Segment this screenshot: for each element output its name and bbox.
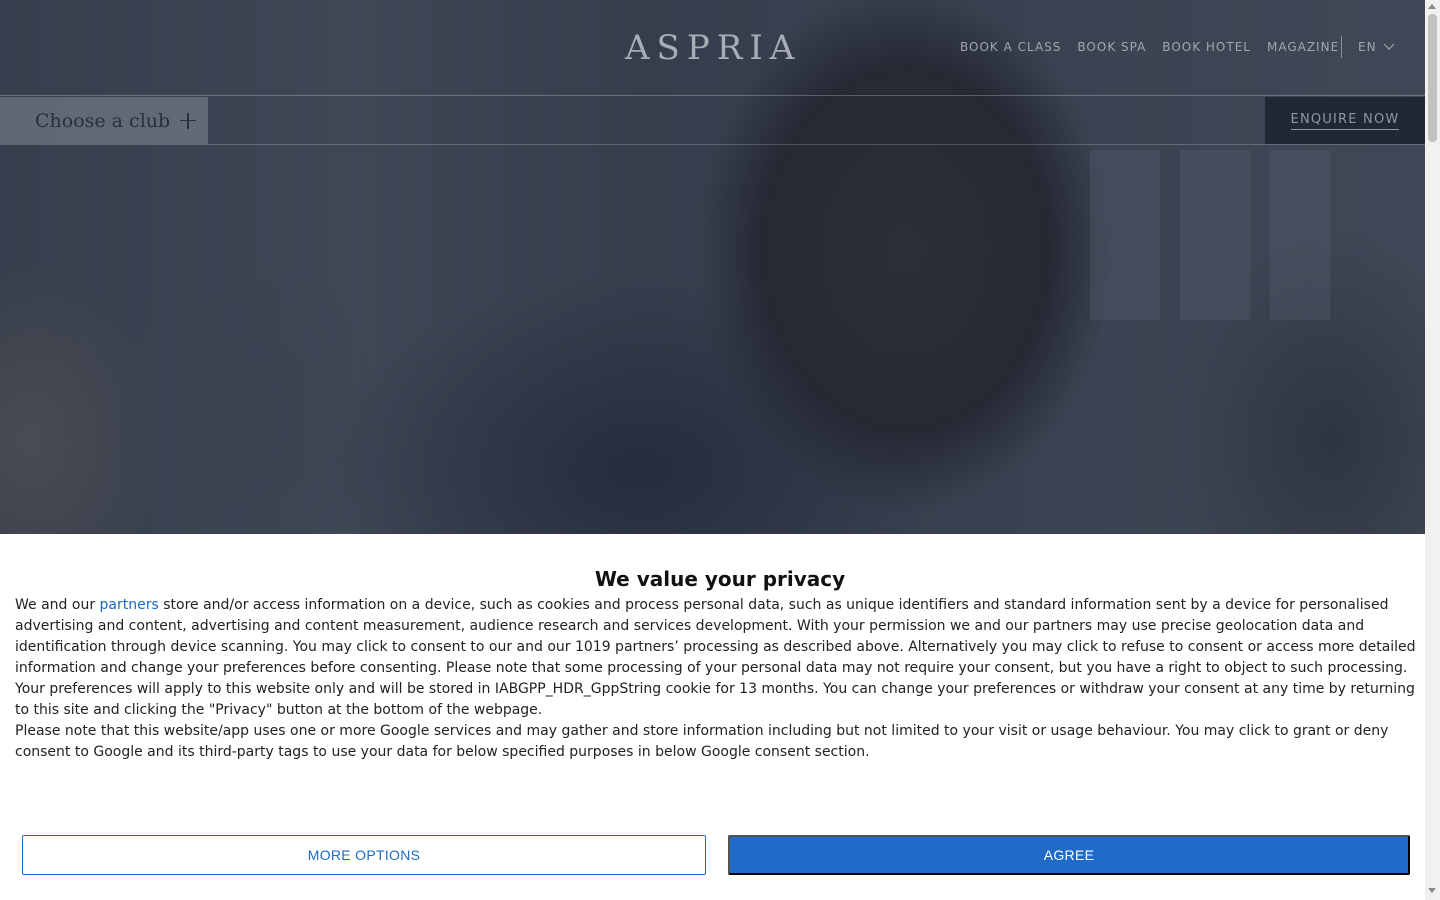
consent-text-start: We and our [15, 597, 100, 613]
page-scrollbar[interactable] [1425, 0, 1440, 900]
club-bar: Choose a club ENQUIRE NOW [0, 97, 1425, 145]
scroll-up-arrow-icon[interactable] [1428, 4, 1436, 9]
aspria-logo[interactable]: ASPRIA [625, 28, 801, 68]
nav-book-spa[interactable]: BOOK SPA [1077, 40, 1146, 54]
nav-magazine[interactable]: MAGAZINE [1267, 40, 1339, 54]
choose-club-button[interactable]: Choose a club [0, 97, 208, 144]
consent-body: We and our partners store and/or access … [15, 595, 1420, 763]
partners-link[interactable]: partners [100, 597, 159, 613]
consent-text-rest: store and/or access information on a dev… [15, 597, 1416, 718]
nav-divider [1341, 36, 1342, 58]
chevron-down-icon [1383, 43, 1394, 50]
enquire-now-button[interactable]: ENQUIRE NOW [1265, 97, 1425, 144]
scroll-down-arrow-icon[interactable] [1428, 888, 1436, 893]
enquire-now-label: ENQUIRE NOW [1290, 112, 1400, 130]
consent-paragraph-2: Please note that this website/app uses o… [15, 723, 1389, 760]
consent-paragraph-1: We and our partners store and/or access … [15, 595, 1420, 721]
consent-title: We value your privacy [594, 567, 846, 591]
top-navigation: BOOK A CLASS BOOK SPA BOOK HOTEL MAGAZIN… [960, 40, 1339, 54]
privacy-consent-dialog: We value your privacy We and our partner… [0, 534, 1425, 900]
nav-book-a-class[interactable]: BOOK A CLASS [960, 40, 1061, 54]
language-selector[interactable]: EN [1358, 40, 1395, 54]
nav-book-hotel[interactable]: BOOK HOTEL [1162, 40, 1251, 54]
agree-button[interactable]: AGREE [728, 835, 1410, 875]
site-header: ASPRIA BOOK A CLASS BOOK SPA BOOK HOTEL … [0, 0, 1425, 96]
language-label: EN [1358, 40, 1377, 54]
scrollbar-thumb[interactable] [1428, 14, 1437, 142]
choose-club-label: Choose a club [35, 109, 171, 132]
plus-icon [180, 112, 197, 129]
more-options-button[interactable]: MORE OPTIONS [22, 835, 706, 875]
